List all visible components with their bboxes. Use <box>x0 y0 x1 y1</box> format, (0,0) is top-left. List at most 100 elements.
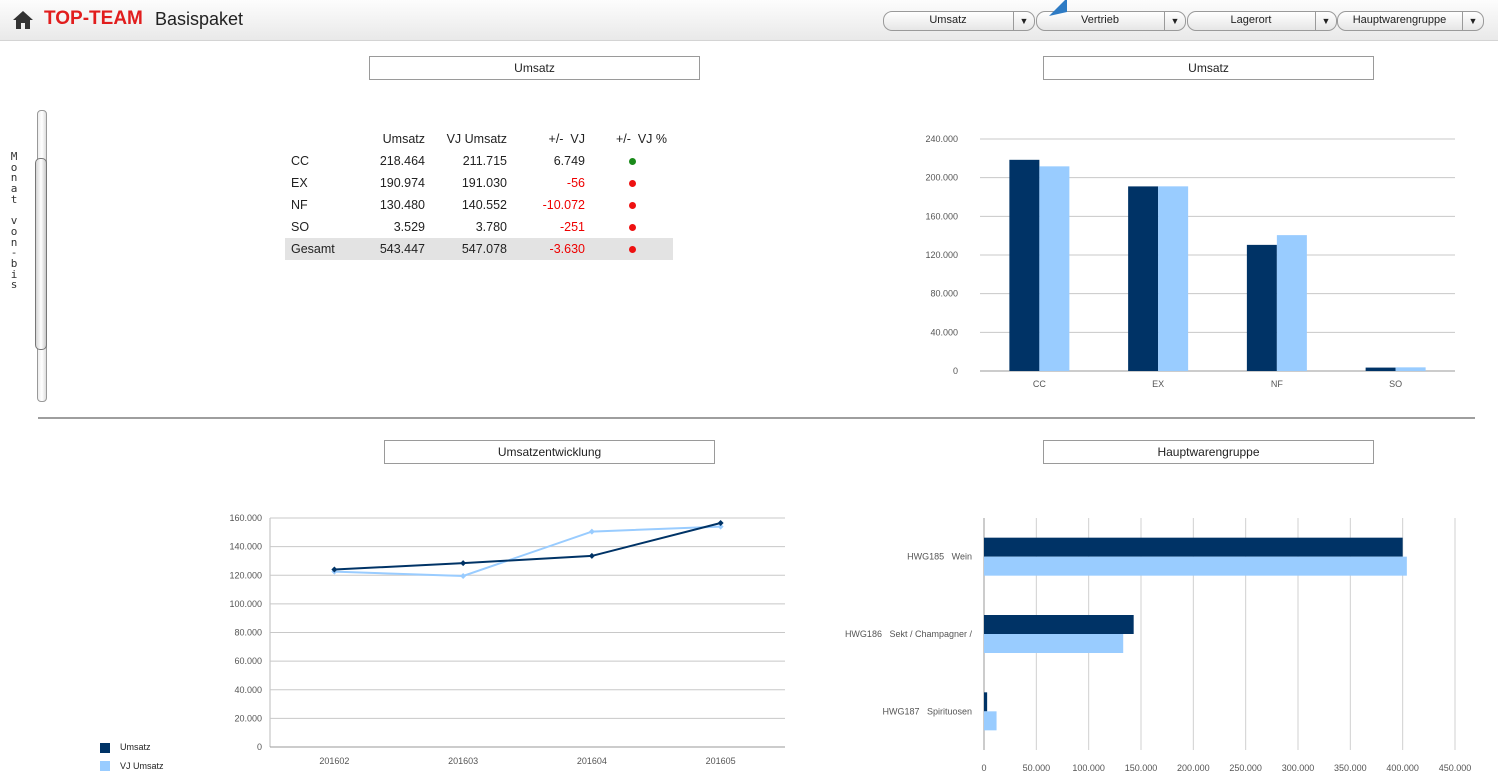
dropdown-hauptwarengruppe[interactable]: Hauptwarengruppe ▼ <box>1337 11 1484 31</box>
y-category-label: HWG187 Spirituosen <box>882 706 972 716</box>
y-tick-label: 0 <box>953 366 958 376</box>
umsatz-bar-chart: 0 40.000 80.000 120.000 160.000 200.000 240.00… <box>925 134 1455 389</box>
x-tick-label: 300.000 <box>1282 763 1315 773</box>
y-tick-label: 160.000 <box>229 513 262 523</box>
table-cell: 543.447 <box>357 238 431 260</box>
pointer-marker-icon <box>1049 0 1067 16</box>
bar <box>984 556 1407 576</box>
status-dot-icon <box>628 224 636 231</box>
y-tick-label: 20.000 <box>234 713 262 723</box>
x-tick-label: 200.000 <box>1177 763 1210 773</box>
bar <box>1246 244 1277 371</box>
table-cell: -10.072 <box>542 198 585 212</box>
x-tick-label: EX <box>1152 379 1164 389</box>
table-cell: 6.749 <box>553 154 585 168</box>
kpi-table: Umsatz VJ Umsatz +/- VJ +/- VJ % CC 218.4… <box>285 128 673 260</box>
table-header: VJ Umsatz <box>446 132 507 146</box>
data-point <box>588 552 595 559</box>
bar <box>1276 235 1307 371</box>
status-cell <box>591 216 673 238</box>
data-point <box>588 528 595 535</box>
table-cell: -251 <box>559 220 585 234</box>
table-cell: 130.480 <box>379 198 425 212</box>
section-divider <box>38 417 1475 419</box>
bar <box>984 615 1134 634</box>
legend-item-vj: VJ Umsatz <box>100 761 164 772</box>
table-cell: 211.715 <box>462 154 507 168</box>
dropdown-lagerort[interactable]: Lagerort ▼ <box>1187 11 1337 31</box>
table-row: CC 218.464 211.715 6.749 <box>285 150 673 172</box>
table-cell: NF <box>291 198 308 212</box>
table-header: +/- VJ % <box>615 132 667 146</box>
y-tick-label: 120.000 <box>925 250 958 260</box>
table-cell: 3.780 <box>475 220 507 234</box>
x-tick-label: SO <box>1389 379 1402 389</box>
chevron-down-icon[interactable]: ▼ <box>1462 12 1483 30</box>
legend-label: Umsatz <box>120 742 151 752</box>
y-tick-label: 200.000 <box>925 173 958 183</box>
table-cell: 3.529 <box>393 220 425 234</box>
x-tick-label: 400.000 <box>1386 763 1419 773</box>
y-tick-label: 140.000 <box>229 542 262 552</box>
table-cell: 190.974 <box>379 176 425 190</box>
x-tick-label: 201604 <box>577 756 607 766</box>
y-tick-label: 160.000 <box>925 211 958 221</box>
brand-name: TOP-TEAM <box>44 8 143 29</box>
y-tick-label: 60.000 <box>234 656 262 666</box>
x-tick-label: 150.000 <box>1125 763 1158 773</box>
x-tick-label: 201602 <box>319 756 349 766</box>
table-row: EX 190.974 191.030 -56 <box>285 172 673 194</box>
bar <box>984 634 1124 653</box>
x-tick-label: 50.000 <box>1023 763 1051 773</box>
dropdown-lagerort-label: Lagerort <box>1230 14 1272 26</box>
table-cell: EX <box>291 176 308 190</box>
bar <box>984 711 997 731</box>
table-header-row: Umsatz VJ Umsatz +/- VJ +/- VJ % <box>285 128 673 150</box>
legend-label: VJ Umsatz <box>120 760 164 771</box>
status-dot-icon <box>628 158 636 165</box>
hbar-panel-title: Hauptwarengruppe <box>1043 440 1374 464</box>
x-tick-label: NF <box>1271 379 1283 389</box>
hauptwarengruppe-bar-chart: 0 50.000 100.000 150.000 200.000 250.000 300.0… <box>845 518 1471 773</box>
umsatzentwicklung-line-chart: 0 20.000 40.000 60.000 80.000 100.000 120.000 1… <box>229 513 785 766</box>
x-tick-label: 0 <box>981 763 986 773</box>
table-cell: Gesamt <box>285 238 357 260</box>
data-point <box>717 520 724 527</box>
bar <box>1365 367 1396 371</box>
bar <box>1039 166 1070 371</box>
y-tick-label: 240.000 <box>925 134 958 144</box>
month-range-slider-handle[interactable] <box>35 158 47 350</box>
table-row: SO 3.529 3.780 -251 <box>285 216 673 238</box>
bar <box>1158 186 1189 371</box>
chevron-down-icon[interactable]: ▼ <box>1164 12 1185 30</box>
table-cell: 140.552 <box>461 198 507 212</box>
bar-panel-title: Umsatz <box>1043 56 1374 80</box>
x-tick-label: 201605 <box>706 756 736 766</box>
chevron-down-icon[interactable]: ▼ <box>1315 12 1336 30</box>
table-header: +/- VJ <box>548 132 585 146</box>
status-dot-icon <box>628 180 636 187</box>
bar <box>1395 367 1426 371</box>
home-icon[interactable] <box>12 10 34 30</box>
line-panel-title: Umsatzentwicklung <box>384 440 715 464</box>
dropdown-umsatz-label: Umsatz <box>929 14 967 26</box>
table-header: Umsatz <box>382 132 425 146</box>
y-tick-label: 40.000 <box>930 327 958 337</box>
y-tick-label: 80.000 <box>234 628 262 638</box>
brand-subtitle: Basispaket <box>155 9 244 29</box>
bar <box>1009 159 1040 371</box>
dropdown-hauptwarengruppe-label: Hauptwarengruppe <box>1352 14 1447 26</box>
bar <box>984 692 988 712</box>
status-cell <box>591 172 673 194</box>
x-tick-label: CC <box>1033 379 1046 389</box>
legend-item-umsatz: Umsatz <box>100 742 164 753</box>
dropdown-umsatz[interactable]: Umsatz ▼ <box>883 11 1035 31</box>
x-tick-label: 250.000 <box>1229 763 1262 773</box>
table-cell: -3.630 <box>513 238 591 260</box>
chevron-down-icon[interactable]: ▼ <box>1013 12 1034 30</box>
status-cell <box>591 238 673 260</box>
table-cell: CC <box>291 154 310 168</box>
table-cell: SO <box>291 220 310 234</box>
y-tick-label: 40.000 <box>234 685 262 695</box>
table-panel-title: Umsatz <box>369 56 700 80</box>
